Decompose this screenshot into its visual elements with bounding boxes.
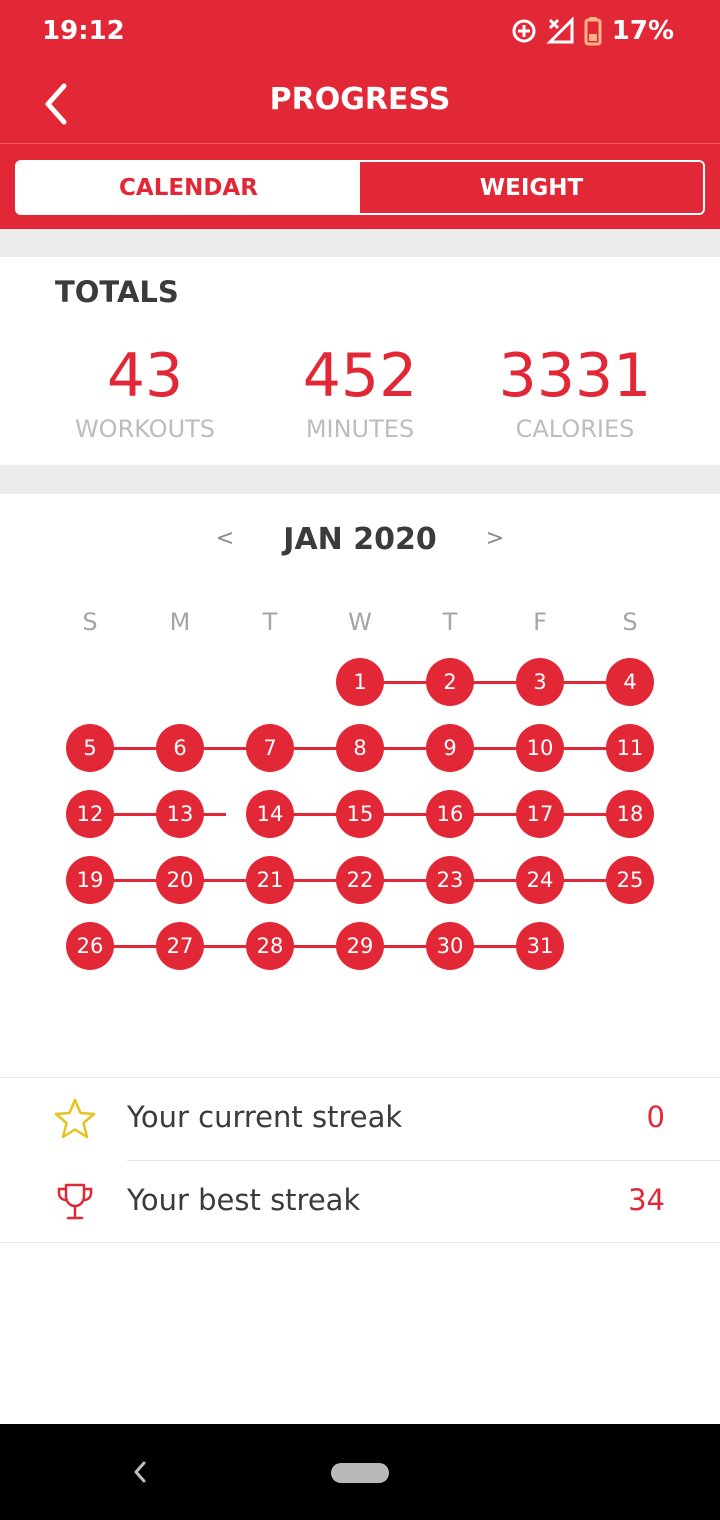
section-divider (0, 229, 720, 257)
calendar-day[interactable]: 10 (516, 724, 564, 772)
calendar-day[interactable]: 18 (606, 790, 654, 838)
weekday-label: T (442, 608, 458, 636)
prev-month-button[interactable]: < (210, 526, 240, 551)
streak-value: 34 (628, 1183, 665, 1217)
home-pill-icon (331, 1463, 389, 1483)
streak-label: Your current streak (127, 1100, 403, 1134)
calendar-day[interactable]: 22 (336, 856, 384, 904)
status-time: 19:12 (42, 16, 125, 46)
calendar-day[interactable]: 15 (336, 790, 384, 838)
calendar-day[interactable]: 13 (156, 790, 204, 838)
header: 19:12 17% PROGRESS CALENDAR WEIGHT (0, 0, 720, 229)
stat-value: 43 (106, 341, 184, 411)
totals-title: TOTALS (55, 275, 179, 309)
calendar-day[interactable]: 31 (516, 922, 564, 970)
calendar-day[interactable]: 5 (66, 724, 114, 772)
weekday-label: S (82, 608, 98, 636)
system-nav-bar (0, 1424, 720, 1520)
calendar-day[interactable]: 1 (336, 658, 384, 706)
calendar-day[interactable]: 8 (336, 724, 384, 772)
tab-weight[interactable]: WEIGHT (360, 162, 703, 213)
stat-minutes: 452 MINUTES (240, 339, 480, 443)
nav-back-icon[interactable] (125, 1454, 155, 1490)
weekday-label: F (533, 608, 547, 636)
calendar-day[interactable]: 9 (426, 724, 474, 772)
status-icons: 17% (510, 14, 674, 48)
calendar-day[interactable]: 20 (156, 856, 204, 904)
calendar-day[interactable]: 23 (426, 856, 474, 904)
battery-low-icon (584, 17, 602, 46)
stat-workouts: 43 WORKOUTS (25, 339, 265, 443)
calendar-day[interactable]: 6 (156, 724, 204, 772)
stat-value: 452 (302, 341, 418, 411)
status-bar: 19:12 17% (0, 0, 720, 62)
calendar-day[interactable]: 4 (606, 658, 654, 706)
streaks-list: Your current streak 0 Your best streak 3… (0, 1077, 720, 1243)
segmented-tabs: CALENDAR WEIGHT (15, 160, 705, 215)
weekday-label: M (169, 608, 191, 636)
calendar-day[interactable]: 28 (246, 922, 294, 970)
stat-calories: 3331 CALORIES (455, 339, 695, 443)
data-saver-icon (512, 19, 536, 43)
trophy-icon (57, 1183, 93, 1220)
no-signal-icon (546, 16, 574, 44)
app-bar: PROGRESS (0, 62, 720, 144)
stat-label: WORKOUTS (74, 415, 216, 443)
calendar-day[interactable]: 12 (66, 790, 114, 838)
calendar-day[interactable]: 27 (156, 922, 204, 970)
month-title: JAN 2020 (283, 522, 437, 557)
calendar-day[interactable]: 14 (246, 790, 294, 838)
calendar-day[interactable]: 25 (606, 856, 654, 904)
page-title: PROGRESS (269, 82, 451, 117)
stat-value: 3331 (498, 341, 652, 411)
calendar-day[interactable]: 3 (516, 658, 564, 706)
weekday-label: S (622, 608, 638, 636)
calendar-day[interactable]: 24 (516, 856, 564, 904)
totals-card: TOTALS 43 WORKOUTS 452 MINUTES 3331 CALO… (0, 257, 720, 465)
streak-label: Your best streak (127, 1183, 361, 1217)
calendar-day[interactable]: 16 (426, 790, 474, 838)
calendar-day[interactable]: 26 (66, 922, 114, 970)
streak-value: 0 (646, 1100, 665, 1134)
list-item-best-streak: Your best streak 34 (0, 1161, 720, 1243)
list-item-current-streak: Your current streak 0 (0, 1078, 720, 1160)
section-divider (0, 465, 720, 494)
weekday-label: T (262, 608, 278, 636)
stat-label: MINUTES (305, 415, 415, 443)
next-month-button[interactable]: > (480, 526, 510, 551)
calendar-card: JAN 2020 < > S M T W T F S 1 2 3 4 5 6 7 8 9 10 11… (0, 494, 720, 1078)
stat-label: CALORIES (515, 415, 635, 443)
calendar-day[interactable]: 17 (516, 790, 564, 838)
nav-home-button[interactable] (331, 1425, 389, 1520)
calendar-day[interactable]: 11 (606, 724, 654, 772)
calendar-day[interactable]: 2 (426, 658, 474, 706)
calendar-day[interactable]: 7 (246, 724, 294, 772)
calendar-day[interactable]: 19 (66, 856, 114, 904)
calendar-day[interactable]: 29 (336, 922, 384, 970)
battery-percent: 17% (611, 16, 674, 46)
month-nav: JAN 2020 < > (0, 522, 720, 562)
weekday-label: W (348, 608, 372, 636)
calendar-day[interactable]: 30 (426, 922, 474, 970)
tab-calendar[interactable]: CALENDAR (17, 162, 360, 213)
star-icon (54, 1098, 96, 1139)
calendar-day[interactable]: 21 (246, 856, 294, 904)
